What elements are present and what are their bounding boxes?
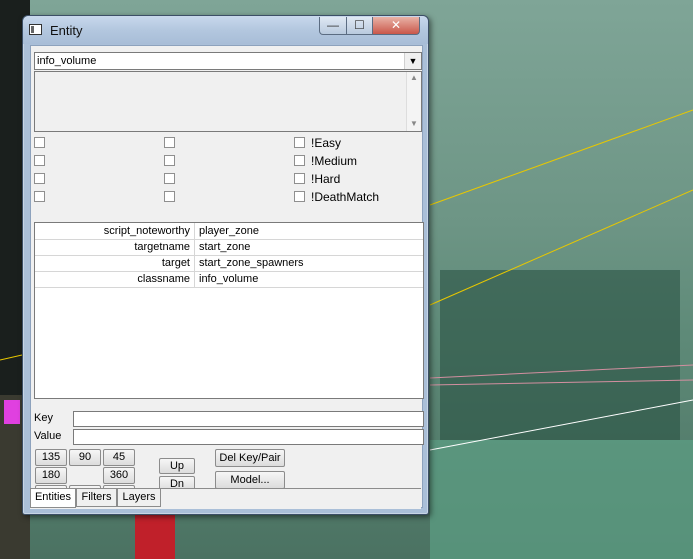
model-button[interactable]: Model... bbox=[215, 471, 285, 489]
checkbox-box[interactable] bbox=[34, 155, 45, 166]
keyvalue-list[interactable]: script_noteworthy player_zone targetname… bbox=[34, 222, 424, 399]
value-label: Value bbox=[34, 430, 62, 442]
keyvalue-key: target bbox=[161, 257, 190, 269]
checkbox-box[interactable] bbox=[34, 137, 45, 148]
checkbox-box[interactable] bbox=[34, 191, 45, 202]
checkbox-box[interactable] bbox=[294, 137, 305, 148]
column-divider bbox=[194, 255, 195, 271]
tab-filters[interactable]: Filters bbox=[76, 489, 117, 507]
keyvalue-key: targetname bbox=[134, 241, 190, 253]
keyvalue-value: start_zone_spawners bbox=[199, 257, 304, 269]
tab-strip: Entities Filters Layers bbox=[30, 488, 421, 509]
keyvalue-row[interactable]: target start_zone_spawners bbox=[35, 255, 423, 272]
angle-360-button[interactable]: 360 bbox=[103, 467, 135, 484]
maximize-button[interactable]: ☐ bbox=[346, 17, 373, 35]
value-input[interactable] bbox=[73, 429, 424, 445]
window-titlebar[interactable]: Entity — ☐ ✕ bbox=[23, 16, 428, 44]
up-button[interactable]: Up bbox=[159, 458, 195, 474]
angle-45-button[interactable]: 45 bbox=[103, 449, 135, 466]
checkbox-box[interactable] bbox=[294, 173, 305, 184]
angle-135-button[interactable]: 135 bbox=[35, 449, 67, 466]
keyvalue-key: classname bbox=[137, 273, 190, 285]
checkbox-box[interactable] bbox=[164, 191, 175, 202]
keyvalue-value: player_zone bbox=[199, 225, 259, 237]
entity-class-value: info_volume bbox=[37, 55, 97, 67]
key-input[interactable] bbox=[73, 411, 424, 427]
keyvalue-key: script_noteworthy bbox=[103, 225, 190, 237]
column-divider bbox=[194, 271, 195, 287]
column-divider bbox=[194, 223, 195, 239]
comments-scrollbar[interactable]: ▲ ▼ bbox=[406, 72, 421, 131]
checkbox-box[interactable] bbox=[164, 155, 175, 166]
spawnflag-label: !Medium bbox=[311, 154, 358, 168]
spawnflag-label: !Easy bbox=[311, 136, 342, 150]
entity-panel: info_volume ▼ ▲ ▼ !Easy !Medium !Hard !D… bbox=[30, 45, 424, 508]
checkbox-box[interactable] bbox=[294, 155, 305, 166]
entity-window: Entity — ☐ ✕ info_volume ▼ ▲ ▼ !Easy !Me… bbox=[22, 15, 429, 515]
angle-90-button[interactable]: 90 bbox=[69, 449, 101, 466]
delete-key-pair-button[interactable]: Del Key/Pair bbox=[215, 449, 285, 467]
angle-180-button[interactable]: 180 bbox=[35, 467, 67, 484]
column-divider bbox=[194, 239, 195, 255]
key-label: Key bbox=[34, 412, 53, 424]
checkbox-box[interactable] bbox=[164, 137, 175, 148]
keyvalue-row[interactable]: targetname start_zone bbox=[35, 239, 423, 256]
window-title: Entity bbox=[50, 23, 83, 38]
checkbox-box[interactable] bbox=[34, 173, 45, 184]
spawnflag-label: !Hard bbox=[311, 172, 341, 186]
spawnflag-label: !DeathMatch bbox=[311, 190, 380, 204]
checkbox-box[interactable] bbox=[164, 173, 175, 184]
chevron-down-icon[interactable]: ▼ bbox=[404, 53, 421, 69]
minimize-button[interactable]: — bbox=[319, 17, 347, 35]
close-button[interactable]: ✕ bbox=[372, 17, 420, 35]
entity-class-dropdown[interactable]: info_volume ▼ bbox=[34, 52, 422, 70]
keyvalue-row[interactable]: classname info_volume bbox=[35, 271, 423, 288]
checkbox-box[interactable] bbox=[294, 191, 305, 202]
entity-comments-box[interactable]: ▲ ▼ bbox=[34, 71, 422, 132]
window-app-icon[interactable] bbox=[29, 24, 42, 35]
keyvalue-value: start_zone bbox=[199, 241, 251, 253]
tab-layers[interactable]: Layers bbox=[117, 489, 161, 507]
keyvalue-value: info_volume bbox=[199, 273, 259, 285]
keyvalue-row[interactable]: script_noteworthy player_zone bbox=[35, 223, 423, 240]
scroll-up-icon[interactable]: ▲ bbox=[410, 73, 418, 82]
scroll-down-icon[interactable]: ▼ bbox=[410, 119, 418, 128]
tab-entities[interactable]: Entities bbox=[30, 489, 76, 508]
